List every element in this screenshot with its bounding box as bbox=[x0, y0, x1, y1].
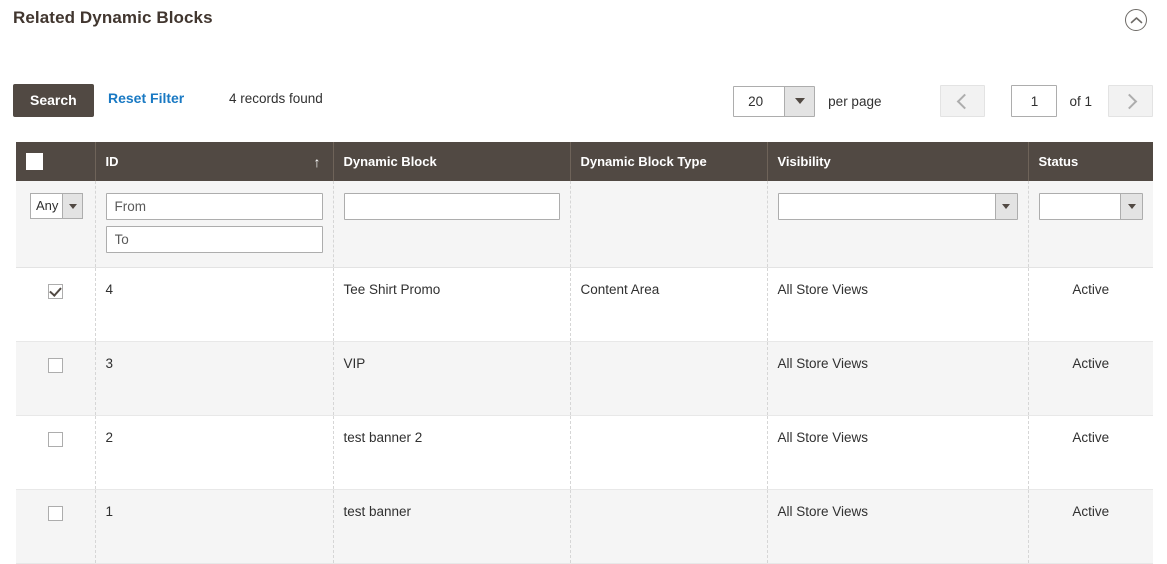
select-all-checkbox[interactable] bbox=[26, 152, 43, 170]
column-header-dynamic-block-type-label: Dynamic Block Type bbox=[580, 153, 707, 169]
chevron-up-circle-icon bbox=[1130, 16, 1143, 25]
column-header-select-all[interactable] bbox=[16, 142, 96, 181]
cell-dynamic-block-type bbox=[570, 489, 768, 564]
row-select-cell[interactable] bbox=[16, 415, 96, 490]
cell-visibility: All Store Views bbox=[767, 341, 1029, 416]
previous-page-button[interactable] bbox=[940, 85, 986, 117]
massaction-filter-select[interactable]: Any bbox=[30, 193, 83, 219]
row-select-cell[interactable] bbox=[16, 341, 96, 416]
cell-dynamic-block: test banner bbox=[333, 489, 571, 564]
section-header: Related Dynamic Blocks bbox=[0, 0, 1167, 48]
filter-cell-massaction: Any bbox=[16, 181, 96, 268]
dynamic-block-filter-input[interactable] bbox=[343, 193, 560, 220]
next-page-button[interactable] bbox=[1108, 85, 1153, 117]
column-header-status-label: Status bbox=[1038, 153, 1079, 169]
reset-filter-link[interactable]: Reset Filter bbox=[108, 90, 184, 106]
per-page-label: per page bbox=[828, 93, 882, 109]
cell-id: 3 bbox=[95, 341, 334, 416]
cell-dynamic-block-type bbox=[570, 415, 768, 490]
filter-cell-visibility bbox=[767, 181, 1029, 268]
filter-cell-dynamic-block bbox=[333, 181, 571, 268]
grid-toolbar: Search Reset Filter 4 records found 20 p… bbox=[0, 84, 1167, 132]
column-header-id-label: ID bbox=[105, 153, 119, 169]
sort-ascending-icon: ↑ bbox=[313, 153, 321, 170]
status-filter-select[interactable] bbox=[1038, 193, 1143, 220]
cell-dynamic-block: test banner 2 bbox=[333, 415, 571, 490]
filter-cell-id bbox=[95, 181, 334, 268]
column-header-dynamic-block-type[interactable]: Dynamic Block Type bbox=[570, 142, 768, 181]
grid-filter-row: Any bbox=[16, 181, 1153, 268]
row-checkbox[interactable] bbox=[47, 506, 63, 521]
chevron-right-icon bbox=[1121, 93, 1137, 109]
cell-visibility: All Store Views bbox=[767, 415, 1029, 490]
column-header-visibility[interactable]: Visibility bbox=[767, 142, 1029, 181]
cell-status: Active bbox=[1028, 415, 1153, 490]
collapse-section-button[interactable] bbox=[1125, 9, 1147, 31]
per-page-value: 20 bbox=[748, 93, 764, 109]
column-header-dynamic-block[interactable]: Dynamic Block bbox=[333, 142, 571, 181]
cell-visibility: All Store Views bbox=[767, 489, 1029, 564]
page-number-input[interactable] bbox=[1011, 85, 1058, 117]
row-select-cell[interactable] bbox=[16, 489, 96, 564]
cell-status: Active bbox=[1028, 341, 1153, 416]
cell-visibility: All Store Views bbox=[767, 267, 1029, 342]
cell-id: 2 bbox=[95, 415, 334, 490]
table-row[interactable]: 2 test banner 2 All Store Views Active bbox=[16, 415, 1153, 490]
id-to-input[interactable] bbox=[105, 226, 323, 253]
table-row[interactable]: 1 test banner All Store Views Active bbox=[16, 489, 1153, 564]
filter-cell-status bbox=[1028, 181, 1153, 268]
table-row[interactable]: 3 VIP All Store Views Active bbox=[16, 341, 1153, 416]
id-from-input[interactable] bbox=[105, 193, 323, 220]
total-pages-label: of 1 bbox=[1069, 93, 1092, 109]
cell-dynamic-block-type: Content Area bbox=[570, 267, 768, 342]
column-header-dynamic-block-label: Dynamic Block bbox=[343, 153, 437, 169]
column-header-visibility-label: Visibility bbox=[777, 153, 831, 169]
visibility-filter-select[interactable] bbox=[777, 193, 1018, 220]
cell-dynamic-block-type bbox=[570, 341, 768, 416]
search-button[interactable]: Search bbox=[13, 84, 94, 118]
chevron-down-icon bbox=[62, 194, 82, 218]
row-select-cell[interactable] bbox=[16, 267, 96, 342]
row-checkbox[interactable] bbox=[47, 284, 63, 299]
chevron-left-icon bbox=[956, 93, 973, 109]
cell-status: Active bbox=[1028, 267, 1153, 342]
cell-status: Active bbox=[1028, 489, 1153, 564]
row-checkbox[interactable] bbox=[47, 432, 63, 447]
grid-header-row: ID ↑ Dynamic Block Dynamic Block Type Vi… bbox=[16, 142, 1153, 181]
table-row[interactable]: 4 Tee Shirt Promo Content Area All Store… bbox=[16, 267, 1153, 342]
cell-dynamic-block: VIP bbox=[333, 341, 571, 416]
chevron-down-icon bbox=[1120, 194, 1142, 219]
related-dynamic-blocks-grid: ID ↑ Dynamic Block Dynamic Block Type Vi… bbox=[16, 142, 1153, 564]
per-page-select[interactable]: 20 bbox=[733, 85, 816, 117]
row-checkbox[interactable] bbox=[47, 358, 63, 373]
chevron-down-icon bbox=[784, 86, 815, 116]
cell-id: 4 bbox=[95, 267, 334, 342]
filter-cell-dynamic-block-type bbox=[570, 181, 768, 268]
records-found-label: 4 records found bbox=[229, 91, 323, 106]
page-title: Related Dynamic Blocks bbox=[13, 8, 213, 27]
cell-id: 1 bbox=[95, 489, 334, 564]
massaction-filter-value: Any bbox=[36, 198, 59, 213]
pagination-controls: 20 per page of 1 bbox=[733, 84, 1153, 118]
chevron-down-icon bbox=[994, 194, 1017, 219]
cell-dynamic-block: Tee Shirt Promo bbox=[333, 267, 571, 342]
column-header-status[interactable]: Status bbox=[1028, 142, 1153, 181]
column-header-id[interactable]: ID ↑ bbox=[95, 142, 334, 181]
